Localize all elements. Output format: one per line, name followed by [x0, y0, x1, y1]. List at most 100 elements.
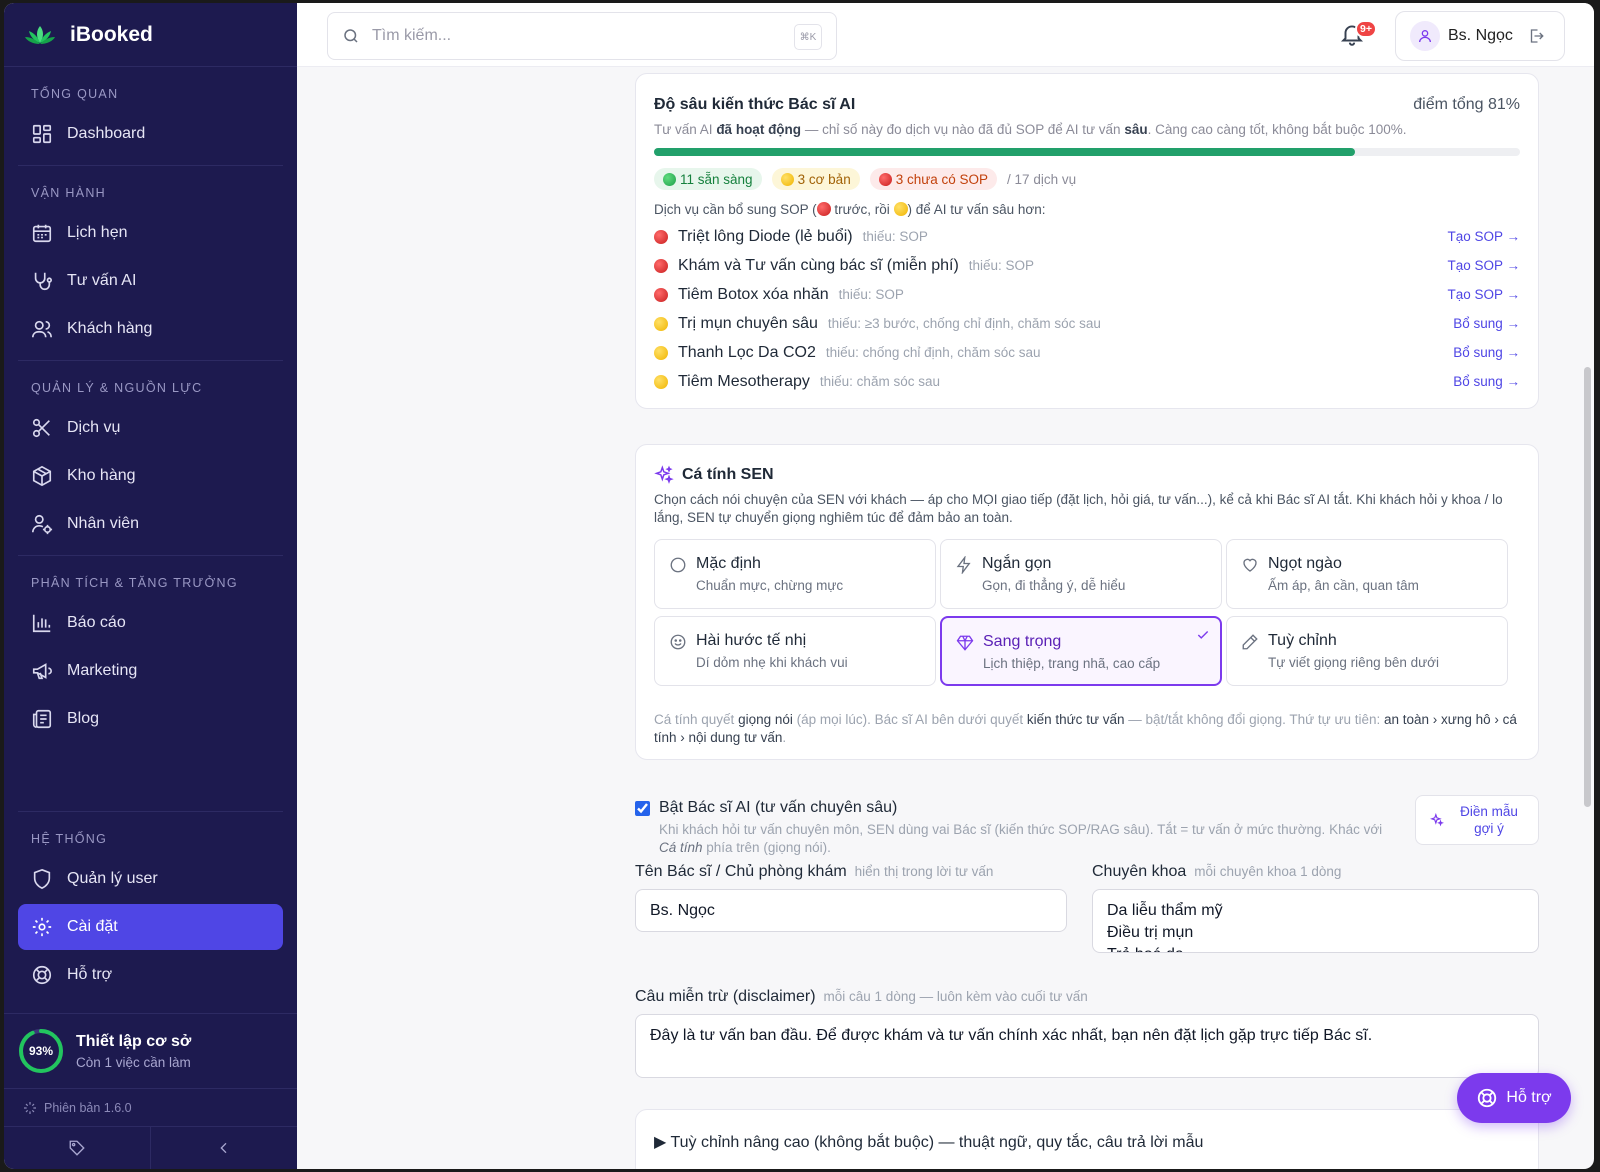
status-dot-red — [654, 287, 668, 302]
help-button[interactable]: Hỗ trợ — [1457, 1073, 1571, 1123]
status-dot-yellow — [654, 374, 668, 389]
brand[interactable]: iBooked — [4, 3, 297, 67]
page-scrollbar[interactable] — [1584, 367, 1591, 807]
personality-option-humorous[interactable]: Hài hước tế nhị Dí dỏm nhẹ khi khách vui — [654, 616, 936, 686]
service-missing: thiếu: SOP — [838, 287, 904, 302]
lifebuoy-icon — [32, 965, 52, 985]
supplement-link[interactable]: Bổ sung → — [1453, 345, 1520, 360]
pill-ready: 11 sẵn sàng — [654, 168, 762, 190]
user-gear-icon — [32, 514, 53, 535]
tag-button[interactable] — [4, 1127, 151, 1169]
lotus-logo-icon — [25, 25, 55, 44]
disclaimer-textarea[interactable]: Đây là tư vấn ban đầu. Để được khám và t… — [635, 1014, 1539, 1078]
version-info: Phiên bản 1.6.0 — [4, 1088, 297, 1126]
knowledge-subtitle: Tư vấn AI đã hoạt động — chỉ số này đo d… — [654, 122, 1407, 137]
option-title: Tuỳ chỉnh — [1268, 632, 1337, 649]
doctor-name-label: Tên Bác sĩ / Chủ phòng khám hiển thị tron… — [635, 863, 994, 880]
knowledge-title: Độ sâu kiến thức Bác sĩ AI — [654, 96, 856, 113]
brand-name: iBooked — [70, 22, 153, 46]
sidebar-item-staff[interactable]: Nhân viên — [18, 501, 283, 547]
section-label-resources: QUẢN LÝ & NGUỒN LỰC — [31, 381, 203, 395]
service-row: Thanh Lọc Da CO2 thiếu: chống chỉ định, … — [654, 338, 1520, 367]
fill-template-label: Điền mẫu gợi ý — [1460, 804, 1518, 836]
version-label: Phiên bản 1.6.0 — [44, 1100, 132, 1115]
personality-option-concise[interactable]: Ngắn gọn Gọn, đi thẳng ý, dễ hiểu — [940, 539, 1222, 609]
supplement-link[interactable]: Bổ sung → — [1453, 374, 1520, 389]
sidebar-item-label: Nhân viên — [67, 515, 140, 532]
user-name: Bs. Ngọc — [1448, 27, 1513, 44]
sidebar-item-label: Dashboard — [67, 125, 146, 142]
sidebar-item-settings[interactable]: Cài đặt — [18, 904, 283, 950]
sidebar-item-services[interactable]: Dịch vụ — [18, 405, 283, 451]
setup-progress-card[interactable]: 93% Thiết lập cơ sở Còn 1 việc cần làm — [4, 1013, 297, 1088]
sidebar-item-support[interactable]: Hỗ trợ — [18, 952, 283, 998]
service-row: Triệt lông Diode (lẻ buổi) thiếu: SOP Tạ… — [654, 222, 1520, 251]
option-subtitle: Gọn, đi thẳng ý, dễ hiểu — [982, 578, 1126, 593]
ai-doctor-toggle-label[interactable]: Bật Bác sĩ AI (tư vấn chuyên sâu) — [659, 799, 897, 817]
sidebar-item-ai-consult[interactable]: Tư vấn AI — [18, 258, 283, 304]
supplement-link[interactable]: Bổ sung → — [1453, 316, 1520, 331]
option-title: Ngọt ngào — [1268, 555, 1342, 572]
circle-icon — [670, 557, 686, 573]
setup-title: Thiết lập cơ sở — [76, 1032, 192, 1050]
sidebar-item-customers[interactable]: Khách hàng — [18, 306, 283, 352]
service-row: Tiêm Botox xóa nhăn thiếu: SOP Tạo SOP → — [654, 280, 1520, 309]
sidebar-item-marketing[interactable]: Marketing — [18, 648, 283, 694]
collapse-sidebar-button[interactable] — [151, 1127, 297, 1169]
service-row: Trị mụn chuyên sâu thiếu: ≥3 bước, chống… — [654, 309, 1520, 338]
personality-option-custom[interactable]: Tuỳ chỉnh Tự viết giọng riêng bên dưới — [1226, 616, 1508, 686]
search-box[interactable]: ⌘K — [327, 12, 837, 60]
advanced-settings-label: ▶ Tuỳ chỉnh nâng cao (không bắt buộc) — … — [654, 1134, 1204, 1151]
sparkles-icon — [654, 465, 674, 484]
personality-option-default[interactable]: Mặc định Chuẩn mực, chừng mực — [654, 539, 936, 609]
sidebar-item-appointments[interactable]: Lịch hẹn — [18, 210, 283, 256]
sidebar-item-blog[interactable]: Blog — [18, 696, 283, 742]
search-input[interactable] — [372, 27, 772, 45]
topbar: ⌘K 9+ Bs. Ngọc — [297, 3, 1594, 67]
advanced-settings-toggle[interactable]: ▶ Tuỳ chỉnh nâng cao (không bắt buộc) — … — [635, 1109, 1539, 1169]
service-missing: thiếu: chống chỉ định, chăm sóc sau — [825, 345, 1041, 360]
specialty-label: Chuyên khoa mỗi chuyên khoa 1 dòng — [1092, 863, 1342, 880]
sidebar-item-dashboard[interactable]: Dashboard — [18, 111, 283, 157]
create-sop-link[interactable]: Tạo SOP → — [1447, 229, 1520, 244]
personality-header: Cá tính SEN — [654, 465, 774, 485]
pill-no-sop: 3 chưa có SOP — [869, 168, 998, 190]
help-button-label: Hỗ trợ — [1506, 1089, 1552, 1106]
fill-template-button[interactable]: Điền mẫu gợi ý — [1415, 795, 1539, 845]
doctor-name-input[interactable] — [635, 889, 1067, 932]
sidebar-item-label: Dịch vụ — [67, 419, 121, 436]
sidebar-item-inventory[interactable]: Kho hàng — [18, 453, 283, 499]
sidebar-item-reports[interactable]: Báo cáo — [18, 600, 283, 646]
option-subtitle: Chuẩn mực, chừng mực — [696, 578, 844, 593]
settings-content: Độ sâu kiến thức Bác sĩ AI điểm tổng 81%… — [297, 67, 1594, 1169]
service-name: Triệt lông Diode (lẻ buổi) — [678, 227, 853, 245]
personality-option-luxury[interactable]: Sang trọng Lịch thiệp, trang nhã, cao cấ… — [940, 616, 1222, 686]
avatar — [1410, 21, 1440, 51]
create-sop-link[interactable]: Tạo SOP → — [1447, 258, 1520, 273]
section-label-system: HỆ THỐNG — [31, 832, 108, 846]
ai-doctor-checkbox[interactable] — [635, 801, 650, 816]
app-window: iBooked TỔNG QUAN Dashboard VẬN HÀNH Lịc… — [4, 3, 1594, 1169]
lifebuoy-icon — [1478, 1088, 1497, 1108]
option-subtitle: Lịch thiệp, trang nhã, cao cấp — [983, 656, 1161, 671]
logout-icon[interactable] — [1527, 27, 1545, 45]
sidebar-item-label: Cài đặt — [67, 918, 118, 935]
personality-title: Cá tính SEN — [682, 466, 774, 483]
sidebar-item-label: Hỗ trợ — [67, 966, 113, 983]
setup-percent: 93% — [28, 1044, 54, 1058]
sidebar-item-user-management[interactable]: Quản lý user — [18, 856, 283, 902]
specialty-textarea[interactable]: Da liễu thẩm mỹ Điều trị mụn Trẻ hoá da — [1092, 889, 1539, 953]
sidebar-item-label: Báo cáo — [67, 614, 126, 631]
sidebar-item-label: Marketing — [67, 662, 138, 679]
create-sop-link[interactable]: Tạo SOP → — [1447, 287, 1520, 302]
user-menu[interactable]: Bs. Ngọc — [1395, 11, 1565, 61]
service-row: Tiêm Mesotherapy thiếu: chăm sóc sau Bổ … — [654, 367, 1520, 396]
personality-option-sweet[interactable]: Ngọt ngào Ấm áp, ân cần, quan tâm — [1226, 539, 1508, 609]
newspaper-icon — [32, 709, 52, 729]
service-name: Tiêm Botox xóa nhăn — [678, 285, 829, 303]
personality-note: Cá tính quyết giọng nói (áp mọi lúc). Bá… — [654, 712, 1517, 745]
notification-badge: 9+ — [1355, 20, 1377, 38]
chevron-left-icon — [220, 1142, 227, 1154]
setup-subtitle: Còn 1 việc cần làm — [76, 1054, 191, 1070]
bar-chart-icon — [32, 614, 51, 633]
